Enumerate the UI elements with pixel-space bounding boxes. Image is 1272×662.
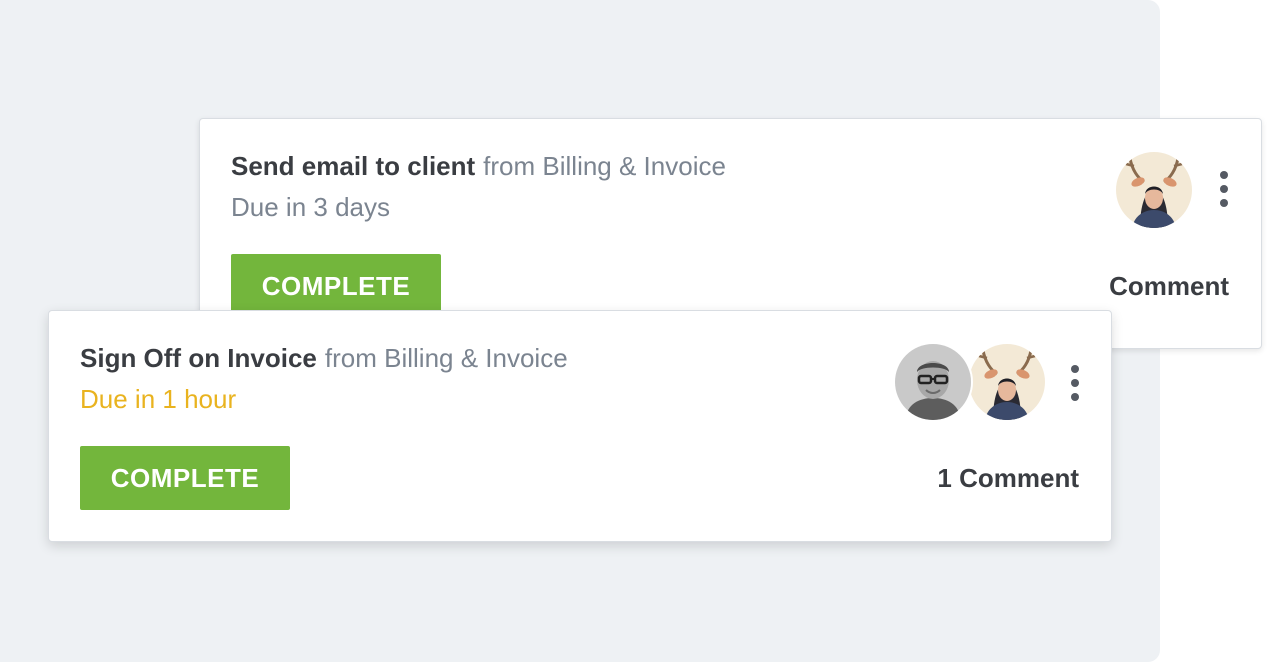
comment-link[interactable]: Comment [1109, 271, 1229, 302]
woman-with-antlers-avatar [969, 344, 1045, 420]
task-source: from Billing & Invoice [324, 343, 568, 373]
task-source: from Billing & Invoice [483, 151, 726, 181]
man-with-glasses-avatar [895, 344, 971, 420]
task-due-date: Due in 1 hour [80, 384, 237, 414]
task-list-canvas: Send email to client from Billing & Invoi… [0, 0, 1272, 662]
task-title[interactable]: Send email to client [231, 151, 475, 181]
task-card: Sign Off on Invoice from Billing & Invoic… [48, 310, 1112, 542]
complete-button[interactable]: COMPLETE [80, 446, 290, 510]
task-due-date: Due in 3 days [231, 192, 390, 222]
kebab-menu-icon[interactable] [1065, 365, 1085, 401]
comment-link[interactable]: 1 Comment [937, 463, 1079, 494]
task-title-row: Send email to client from Billing & Invoi… [231, 149, 726, 183]
task-title-row: Sign Off on Invoice from Billing & Invoic… [80, 341, 568, 375]
woman-with-antlers-avatar [1116, 152, 1192, 228]
assignee-avatar[interactable] [967, 342, 1047, 422]
task-title[interactable]: Sign Off on Invoice [80, 343, 317, 373]
assignee-avatar[interactable] [893, 342, 973, 422]
complete-button[interactable]: COMPLETE [231, 254, 441, 318]
assignee-avatar[interactable] [1114, 150, 1194, 230]
kebab-menu-icon[interactable] [1214, 171, 1234, 207]
